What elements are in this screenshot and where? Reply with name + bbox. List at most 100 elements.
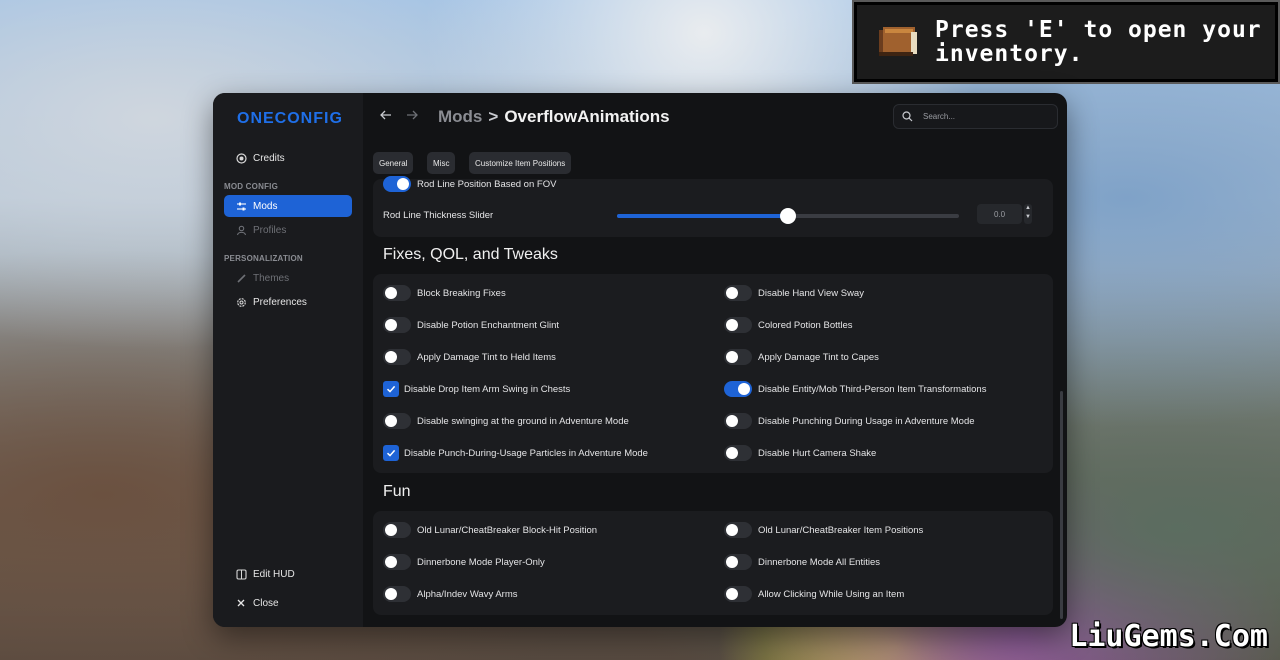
section-title-fun: Fun — [383, 483, 411, 500]
option-row[interactable]: Disable swinging at the ground in Advent… — [383, 413, 629, 429]
option-label: Alpha/Indev Wavy Arms — [417, 588, 518, 600]
toggle-switch[interactable] — [383, 285, 411, 301]
forward-arrow-icon[interactable] — [406, 108, 418, 126]
search-icon — [902, 111, 913, 122]
sidebar-item-mods[interactable]: Mods — [224, 195, 352, 217]
slider-value-input[interactable]: 0.0 — [977, 204, 1022, 224]
sidebar-item-label: Themes — [253, 272, 290, 284]
toggle-switch[interactable] — [724, 285, 752, 301]
tab-customize-item-positions[interactable]: Customize Item Positions — [469, 152, 572, 174]
option-row[interactable]: Disable Punching During Usage in Adventu… — [724, 413, 975, 429]
toggle-knob — [726, 351, 738, 363]
sidebar-item-credits[interactable]: Credits — [224, 147, 352, 169]
toggle-switch[interactable] — [724, 586, 752, 602]
user-icon — [235, 224, 247, 236]
toast-message: Press 'E' to open your inventory. — [935, 17, 1262, 67]
option-row[interactable]: Old Lunar/CheatBreaker Item Positions — [724, 522, 923, 538]
checkbox[interactable] — [383, 445, 399, 461]
option-row[interactable]: Dinnerbone Mode All Entities — [724, 554, 880, 570]
toggle-knob — [726, 524, 738, 536]
toggle-switch[interactable] — [383, 586, 411, 602]
rod-line-thickness-slider[interactable] — [617, 208, 959, 224]
sidebar-item-label: Mods — [253, 200, 278, 212]
toggle-knob — [385, 319, 397, 331]
option-row[interactable]: Old Lunar/CheatBreaker Block-Hit Positio… — [383, 522, 597, 538]
option-row[interactable]: Allow Clicking While Using an Item — [724, 586, 904, 602]
checkmark-icon — [386, 449, 396, 457]
slider-fill — [617, 214, 788, 218]
toggle-switch[interactable] — [383, 413, 411, 429]
option-row[interactable]: Block Breaking Fixes — [383, 285, 506, 301]
toggle-switch[interactable] — [724, 554, 752, 570]
option-label: Old Lunar/CheatBreaker Item Positions — [758, 524, 924, 536]
option-row[interactable]: Disable Punch-During-Usage Particles in … — [383, 445, 648, 461]
checkmark-icon — [386, 385, 396, 393]
toggle-knob — [738, 383, 750, 395]
gear-icon — [235, 296, 247, 308]
sidebar-item-themes[interactable]: Themes — [224, 267, 352, 289]
toggle-switch[interactable] — [383, 522, 411, 538]
rod-line-fov-option[interactable]: Rod Line Position Based on FOV — [383, 176, 556, 192]
toggle-knob — [726, 588, 738, 600]
watermark-text: LiuGems.Com — [1069, 619, 1268, 654]
slider-stepper[interactable]: ▲ ▼ — [1024, 204, 1032, 224]
toggle-switch[interactable] — [724, 445, 752, 461]
toggle-knob — [385, 556, 397, 568]
option-row[interactable]: Disable Potion Enchantment Glint — [383, 317, 559, 333]
section-title-fixes: Fixes, QOL, and Tweaks — [383, 246, 558, 263]
toggle-switch[interactable] — [383, 349, 411, 365]
credits-icon — [235, 152, 247, 164]
sidebar-item-label: Credits — [253, 152, 285, 164]
option-row[interactable]: Alpha/Indev Wavy Arms — [383, 586, 518, 602]
rod-line-fov-toggle[interactable] — [383, 176, 411, 192]
option-row[interactable]: Dinnerbone Mode Player-Only — [383, 554, 545, 570]
option-row[interactable]: Colored Potion Bottles — [724, 317, 853, 333]
sidebar-item-profiles[interactable]: Profiles — [224, 219, 352, 241]
toggle-knob — [385, 588, 397, 600]
toggle-switch[interactable] — [383, 317, 411, 333]
sidebar-item-label: Preferences — [253, 296, 307, 308]
sidebar-item-label: Profiles — [253, 224, 287, 236]
toggle-switch[interactable] — [724, 317, 752, 333]
toggle-switch[interactable] — [724, 413, 752, 429]
personalization-heading: PERSONALIZATION — [224, 254, 303, 263]
toggle-switch[interactable] — [383, 554, 411, 570]
close-button[interactable]: Close — [224, 592, 352, 614]
option-row[interactable]: Disable Hurt Camera Shake — [724, 445, 876, 461]
brush-icon — [235, 272, 247, 284]
search-input[interactable]: Search... — [893, 104, 1058, 129]
toggle-switch[interactable] — [724, 381, 752, 397]
option-row[interactable]: Disable Hand View Sway — [724, 285, 864, 301]
back-arrow-icon[interactable] — [380, 108, 392, 126]
toggle-switch[interactable] — [724, 349, 752, 365]
sidebar: ONECONFIG Credits MOD CONFIG Mods Profil… — [213, 93, 363, 627]
option-label: Disable Entity/Mob Third-Person Item Tra… — [758, 383, 987, 395]
inventory-hint-toast: Press 'E' to open your inventory. — [852, 0, 1280, 84]
oneconfig-logo: ONECONFIG — [237, 110, 343, 127]
breadcrumb-current: OverflowAnimations — [504, 107, 670, 126]
toggle-switch[interactable] — [724, 522, 752, 538]
option-label: Disable Hand View Sway — [758, 287, 864, 299]
option-label: Dinnerbone Mode All Entities — [758, 556, 880, 568]
tab-misc[interactable]: Misc — [427, 152, 456, 174]
option-label: Dinnerbone Mode Player-Only — [417, 556, 545, 568]
toggle-knob — [726, 287, 738, 299]
toggle-knob — [385, 415, 397, 427]
sidebar-item-preferences[interactable]: Preferences — [224, 291, 352, 313]
option-label: Rod Line Position Based on FOV — [417, 178, 557, 190]
scrollbar[interactable] — [1060, 391, 1063, 619]
option-row[interactable]: Disable Entity/Mob Third-Person Item Tra… — [724, 381, 986, 397]
option-label: Block Breaking Fixes — [417, 287, 506, 299]
slider-thumb[interactable] — [780, 208, 796, 224]
edit-hud-button[interactable]: Edit HUD — [224, 563, 352, 585]
toggle-knob — [385, 524, 397, 536]
breadcrumb-parent[interactable]: Mods — [438, 107, 482, 126]
checkbox[interactable] — [383, 381, 399, 397]
option-row[interactable]: Apply Damage Tint to Capes — [724, 349, 879, 365]
option-label: Disable swinging at the ground in Advent… — [417, 415, 629, 427]
option-row[interactable]: Disable Drop Item Arm Swing in Chests — [383, 381, 570, 397]
rod-line-slider-label: Rod Line Thickness Slider — [383, 210, 494, 221]
tab-general[interactable]: General — [373, 152, 414, 174]
option-row[interactable]: Apply Damage Tint to Held Items — [383, 349, 556, 365]
edit-hud-label: Edit HUD — [253, 568, 295, 580]
